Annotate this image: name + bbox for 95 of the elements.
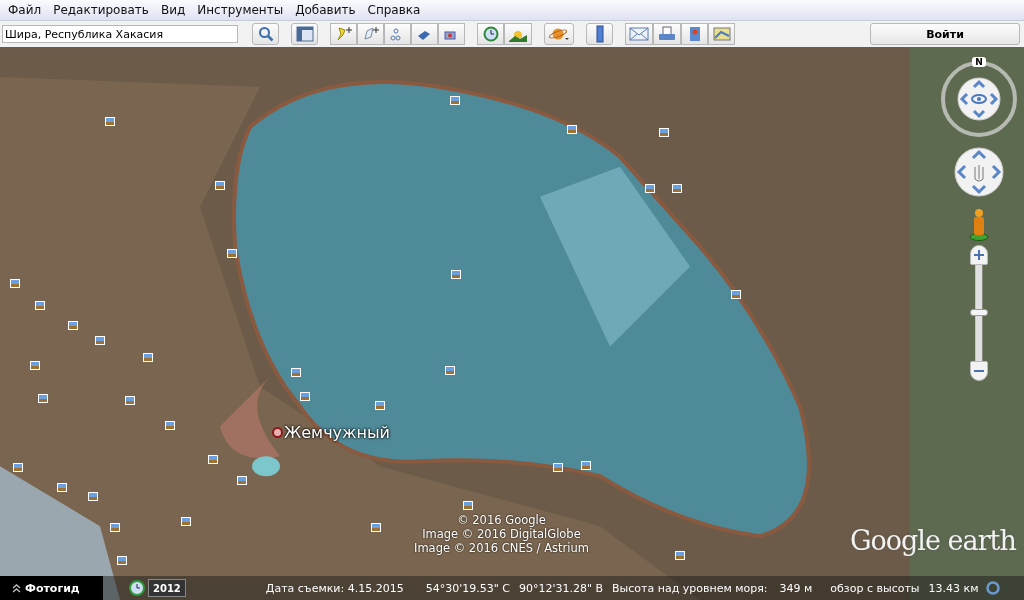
photo-marker-icon[interactable] xyxy=(451,270,461,279)
copyright-text: Image © 2016 DigitalGlobe xyxy=(422,527,581,541)
search-icon xyxy=(257,26,274,42)
place-dot-icon xyxy=(272,427,283,438)
copyright-text: Image © 2016 CNES / Astrium xyxy=(414,541,589,555)
photo-marker-icon[interactable] xyxy=(105,117,115,126)
place-label[interactable]: Жемчужный xyxy=(284,423,390,442)
menu-item[interactable]: Справка xyxy=(362,3,428,17)
photo-marker-icon[interactable] xyxy=(445,366,455,375)
street-view-person-icon[interactable] xyxy=(968,207,990,241)
photo-marker-icon[interactable] xyxy=(165,421,175,430)
historical-imagery-button[interactable] xyxy=(477,23,504,45)
printer-icon xyxy=(657,26,677,42)
elevation-value: 349 м xyxy=(779,581,813,595)
photo-marker-icon[interactable] xyxy=(463,501,473,510)
add-path-button[interactable] xyxy=(384,23,411,45)
ruler-icon xyxy=(593,25,606,43)
photo-marker-icon[interactable] xyxy=(672,184,682,193)
photo-marker-icon[interactable] xyxy=(117,556,127,565)
photo-marker-icon[interactable] xyxy=(227,249,237,258)
photo-marker-icon[interactable] xyxy=(659,128,669,137)
photo-marker-icon[interactable] xyxy=(95,336,105,345)
photo-marker-icon[interactable] xyxy=(237,476,247,485)
clock-icon xyxy=(481,26,500,42)
envelope-icon xyxy=(629,26,649,42)
add-placemark-button[interactable] xyxy=(330,23,357,45)
photo-guide-button[interactable]: Фотогид xyxy=(0,576,103,600)
print-button[interactable] xyxy=(653,23,681,45)
photo-marker-icon[interactable] xyxy=(125,396,135,405)
record-tour-button[interactable] xyxy=(438,23,465,45)
photo-marker-icon[interactable] xyxy=(13,463,23,472)
menu-item[interactable]: Добавить xyxy=(290,3,363,17)
imagery-date-text: Дата съемки: 4.15.2015 xyxy=(265,581,404,595)
photo-marker-icon[interactable] xyxy=(208,455,218,464)
streaming-ring-icon xyxy=(986,581,1001,595)
menu-item[interactable]: Инструменты xyxy=(192,3,291,17)
photo-marker-icon[interactable] xyxy=(645,184,655,193)
ruler-button[interactable] xyxy=(586,23,613,45)
logo-text: Google earth xyxy=(850,525,1016,556)
add-polygon-button[interactable] xyxy=(357,23,384,45)
eye-altitude-label: обзор с высоты xyxy=(830,581,920,595)
photo-marker-icon[interactable] xyxy=(30,361,40,370)
photo-marker-icon[interactable] xyxy=(181,517,191,526)
photo-marker-icon[interactable] xyxy=(35,301,45,310)
photo-marker-icon[interactable] xyxy=(553,463,563,472)
photo-marker-icon[interactable] xyxy=(567,125,577,134)
photo-marker-icon[interactable] xyxy=(375,401,385,410)
photo-marker-icon[interactable] xyxy=(300,392,310,401)
sunlight-button[interactable] xyxy=(504,23,532,45)
polygon-icon xyxy=(361,26,380,42)
sidebar-toggle-button[interactable] xyxy=(291,23,318,45)
zoom-in-button[interactable] xyxy=(970,245,988,265)
photo-marker-icon[interactable] xyxy=(68,321,78,330)
zoom-slider-handle[interactable] xyxy=(970,309,988,316)
photo-marker-icon[interactable] xyxy=(10,279,20,288)
planet-icon xyxy=(548,26,570,42)
photo-marker-icon[interactable] xyxy=(38,394,48,403)
photo-marker-icon[interactable] xyxy=(675,551,685,560)
zoom-out-button[interactable] xyxy=(970,361,988,381)
planets-button[interactable] xyxy=(544,23,574,45)
photo-marker-icon[interactable] xyxy=(215,181,225,190)
google-maps-button[interactable] xyxy=(708,23,735,45)
compass-north-label[interactable]: N xyxy=(972,57,986,67)
photo-marker-icon[interactable] xyxy=(57,483,67,492)
menu-item[interactable]: Редактировать xyxy=(48,3,156,17)
save-image-button[interactable] xyxy=(681,23,708,45)
plus-icon xyxy=(974,250,984,260)
pan-joystick-icon[interactable] xyxy=(954,147,1004,197)
year-button[interactable]: 2012 xyxy=(148,579,186,597)
elevation-label: Высота над уровнем моря: xyxy=(612,581,768,595)
photo-marker-icon[interactable] xyxy=(291,368,301,377)
search-button[interactable] xyxy=(252,23,279,45)
photo-marker-icon[interactable] xyxy=(88,492,98,501)
email-button[interactable] xyxy=(625,23,653,45)
eye-altitude-value: 13.43 км xyxy=(928,581,979,595)
longitude-text: 90°12'31.28" В xyxy=(518,581,604,595)
copyright-text: © 2016 Google xyxy=(457,513,546,527)
menu-item[interactable]: Вид xyxy=(155,3,193,17)
photo-marker-icon[interactable] xyxy=(731,290,741,299)
photo-marker-icon[interactable] xyxy=(581,461,591,470)
clock-icon[interactable] xyxy=(129,580,145,596)
photo-marker-icon[interactable] xyxy=(371,523,381,532)
latitude-text: 54°30'19.53" С xyxy=(425,581,510,595)
sign-in-button[interactable]: Войти xyxy=(870,23,1020,45)
sidebar-icon xyxy=(295,26,314,42)
map-icon xyxy=(712,26,731,42)
search-field[interactable]: Шира, Республика Хакасия xyxy=(2,25,238,43)
satellite-map-drawing[interactable] xyxy=(0,47,1024,600)
photo-marker-icon[interactable] xyxy=(450,96,460,105)
chevron-up-icon xyxy=(12,583,21,593)
photo-marker-icon[interactable] xyxy=(110,523,120,532)
photo-marker-icon[interactable] xyxy=(143,353,153,362)
menu-item[interactable]: Файл xyxy=(3,3,49,17)
eye-joystick-icon[interactable] xyxy=(957,77,1001,121)
add-overlay-button[interactable] xyxy=(411,23,438,45)
